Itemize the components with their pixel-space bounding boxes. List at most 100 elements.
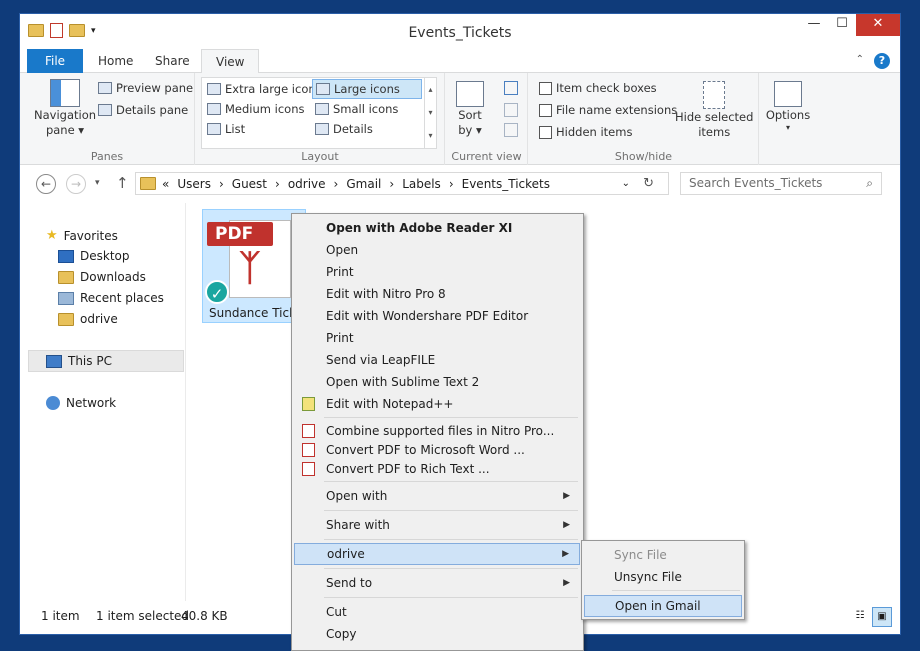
breadcrumb-separator-icon[interactable]: › bbox=[334, 177, 339, 191]
layout-small-icons[interactable]: Small icons bbox=[312, 99, 401, 119]
search-input[interactable]: Search Events_Tickets ⌕ bbox=[680, 172, 882, 195]
file-name-extensions-checkbox[interactable] bbox=[539, 103, 552, 117]
submenu-open-in-gmail[interactable]: Open in Gmail bbox=[584, 595, 742, 617]
menu-edit-notepad[interactable]: Edit with Notepad++ bbox=[294, 393, 580, 415]
size-columns-icon[interactable] bbox=[504, 123, 518, 137]
nav-odrive[interactable]: odrive bbox=[58, 312, 118, 326]
nav-this-pc[interactable]: This PC bbox=[46, 354, 112, 368]
nav-downloads[interactable]: Downloads bbox=[58, 270, 146, 284]
menu-open[interactable]: Open bbox=[294, 239, 580, 261]
up-button[interactable]: ↑ bbox=[116, 174, 129, 192]
submenu-unsync-file[interactable]: Unsync File bbox=[584, 566, 742, 588]
nav-recent-places[interactable]: Recent places bbox=[58, 291, 164, 305]
layout-details[interactable]: Details bbox=[312, 119, 376, 139]
menu-cut[interactable]: Cut bbox=[294, 601, 580, 623]
sort-by-line2: by ▾ bbox=[458, 123, 482, 137]
group-by-icon[interactable] bbox=[504, 81, 518, 95]
options-button[interactable]: Options ▾ bbox=[758, 81, 818, 132]
breadcrumb-separator-icon[interactable]: › bbox=[275, 177, 280, 191]
menu-edit-nitro[interactable]: Edit with Nitro Pro 8 bbox=[294, 283, 580, 305]
ribbon-collapse-icon[interactable]: ⌃ bbox=[856, 54, 864, 65]
item-check-boxes-toggle[interactable]: Item check boxes bbox=[539, 81, 657, 95]
search-icon[interactable]: ⌕ bbox=[866, 176, 873, 191]
breadcrumb-separator-icon[interactable]: › bbox=[389, 177, 394, 191]
file-name-extensions-toggle[interactable]: File name extensions bbox=[539, 103, 677, 117]
submenu-arrow-icon: ▶ bbox=[562, 549, 569, 559]
panes-label: Panes bbox=[90, 150, 124, 163]
submenu-separator bbox=[612, 590, 740, 591]
context-menu: Open with Adobe Reader XI Open Print Edi… bbox=[291, 213, 584, 651]
nitro-icon bbox=[302, 462, 315, 476]
menu-open-sublime[interactable]: Open with Sublime Text 2 bbox=[294, 371, 580, 393]
breadcrumb-guest[interactable]: Guest bbox=[232, 177, 267, 191]
breadcrumb-separator-icon[interactable]: › bbox=[219, 177, 224, 191]
hidden-items-toggle[interactable]: Hidden items bbox=[539, 125, 632, 139]
address-dropdown-icon[interactable]: ⌄ bbox=[622, 178, 630, 189]
ribbon-tabs: File Home Share View bbox=[20, 49, 900, 74]
details-view-icon[interactable]: ☷ bbox=[850, 607, 870, 627]
help-icon[interactable]: ? bbox=[874, 53, 890, 69]
medium-icons-icon bbox=[207, 103, 221, 115]
layout-medium-icons[interactable]: Medium icons bbox=[204, 99, 307, 119]
large-icons-view-icon[interactable]: ▣ bbox=[872, 607, 892, 627]
forward-button[interactable]: → bbox=[66, 174, 86, 194]
maximize-button[interactable]: ☐ bbox=[828, 14, 856, 36]
menu-open-with-adobe-reader[interactable]: Open with Adobe Reader XI bbox=[294, 217, 580, 239]
menu-send-via-leapfile[interactable]: Send via LeapFILE bbox=[294, 349, 580, 371]
breadcrumb-events-tickets[interactable]: Events_Tickets bbox=[462, 177, 550, 191]
menu-copy[interactable]: Copy bbox=[294, 623, 580, 645]
selection-info: 1 item selected bbox=[96, 609, 190, 623]
back-button[interactable]: ← bbox=[36, 174, 56, 194]
breadcrumb-labels[interactable]: Labels bbox=[402, 177, 441, 191]
address-box[interactable]: « Users › Guest › odrive › Gmail › Labels › E… bbox=[135, 172, 669, 195]
menu-print-2[interactable]: Print bbox=[294, 327, 580, 349]
tab-view[interactable]: View bbox=[201, 49, 260, 74]
menu-share-with[interactable]: Share with ▶ bbox=[294, 514, 580, 536]
breadcrumb-overflow[interactable]: « bbox=[162, 177, 169, 191]
layout-list[interactable]: List bbox=[204, 119, 248, 139]
current-view-label: Current view bbox=[451, 150, 522, 163]
tab-home[interactable]: Home bbox=[84, 49, 147, 73]
menu-odrive[interactable]: odrive ▶ bbox=[294, 543, 580, 565]
breadcrumb-separator-icon[interactable]: › bbox=[449, 177, 454, 191]
layout-extra-large-icons[interactable]: Extra large icons bbox=[204, 79, 325, 99]
tab-file[interactable]: File bbox=[27, 49, 83, 73]
breadcrumb-gmail[interactable]: Gmail bbox=[346, 177, 381, 191]
breadcrumb-users[interactable]: Users bbox=[177, 177, 211, 191]
submenu-sync-file[interactable]: Sync File bbox=[584, 544, 742, 566]
hidden-items-checkbox[interactable] bbox=[539, 125, 552, 139]
menu-open-with[interactable]: Open with ▶ bbox=[294, 485, 580, 507]
menu-convert-rich-text[interactable]: Convert PDF to Rich Text ... bbox=[294, 458, 580, 480]
item-check-boxes-checkbox[interactable] bbox=[539, 81, 552, 95]
submenu-arrow-icon: ▶ bbox=[563, 491, 570, 501]
refresh-icon[interactable]: ↻ bbox=[643, 176, 654, 191]
close-button[interactable]: ✕ bbox=[856, 14, 900, 36]
nav-favorites[interactable]: ★ Favorites bbox=[46, 228, 118, 243]
show-hide-label: Show/hide bbox=[614, 150, 673, 163]
layout-gallery: Extra large icons Large icons Medium ico… bbox=[201, 77, 437, 149]
navigation-pane-button[interactable]: Navigation pane ▾ bbox=[34, 79, 96, 137]
extra-large-icons-icon bbox=[207, 83, 221, 95]
menu-edit-wondershare[interactable]: Edit with Wondershare PDF Editor bbox=[294, 305, 580, 327]
star-icon: ★ bbox=[46, 228, 58, 243]
nitro-icon bbox=[302, 424, 315, 438]
details-pane-button[interactable]: Details pane bbox=[98, 103, 188, 117]
submenu-arrow-icon: ▶ bbox=[563, 520, 570, 530]
menu-separator bbox=[324, 510, 578, 511]
layout-large-icons[interactable]: Large icons bbox=[312, 79, 422, 99]
breadcrumb-odrive[interactable]: odrive bbox=[288, 177, 326, 191]
add-columns-icon[interactable] bbox=[504, 103, 518, 117]
minimize-button[interactable]: — bbox=[800, 14, 828, 36]
sort-by-button[interactable]: Sort by ▾ bbox=[456, 81, 484, 137]
network-icon bbox=[46, 396, 60, 410]
tab-share[interactable]: Share bbox=[141, 49, 204, 73]
menu-print[interactable]: Print bbox=[294, 261, 580, 283]
nav-desktop[interactable]: Desktop bbox=[58, 249, 130, 263]
recent-locations-chevron-icon[interactable]: ▾ bbox=[95, 178, 100, 188]
hide-selected-items-button[interactable]: Hide selected items bbox=[675, 81, 753, 139]
preview-pane-button[interactable]: Preview pane bbox=[98, 81, 193, 95]
nav-network[interactable]: Network bbox=[46, 396, 116, 410]
menu-send-to[interactable]: Send to ▶ bbox=[294, 572, 580, 594]
menu-separator bbox=[324, 417, 578, 418]
layout-scroll-arrows[interactable]: ▴ ▾ ▾ bbox=[424, 78, 436, 148]
